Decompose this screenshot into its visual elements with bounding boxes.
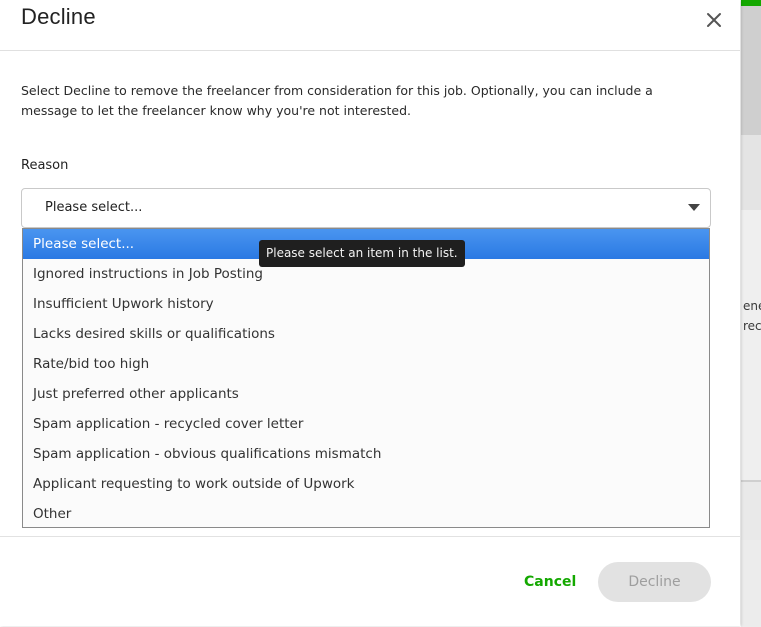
background-text-fragment: rec [743, 319, 761, 333]
reason-option[interactable]: Spam application - obvious qualification… [23, 439, 709, 469]
reason-dropdown-list: Please select... Ignored instructions in… [22, 228, 710, 528]
background-green-bar [741, 0, 761, 6]
modal-header: Decline [0, 0, 740, 51]
reason-option[interactable]: Insufficient Upwork history [23, 289, 709, 319]
caret-down-icon [688, 204, 700, 211]
background-page-strip: ene rec [741, 0, 761, 627]
reason-option[interactable]: Just preferred other applicants [23, 379, 709, 409]
reason-option[interactable]: Other [23, 499, 709, 529]
modal-footer: Cancel Decline [0, 536, 740, 627]
validation-tooltip: Please select an item in the list. [259, 240, 465, 267]
background-text-fragment: ene [743, 299, 761, 313]
reason-option[interactable]: Spam application - recycled cover letter [23, 409, 709, 439]
close-button[interactable] [700, 6, 728, 34]
background-panel-lower [741, 482, 761, 540]
modal-description: Select Decline to remove the freelancer … [21, 83, 653, 118]
reason-label: Reason [21, 158, 69, 173]
background-panel-inner [741, 210, 761, 480]
reason-option[interactable]: Applicant requesting to work outside of … [23, 469, 709, 499]
decline-button[interactable]: Decline [598, 562, 711, 602]
cancel-button[interactable]: Cancel [512, 571, 588, 593]
reason-select-value: Please select... [45, 200, 143, 215]
modal-title: Decline [21, 4, 96, 29]
reason-option[interactable]: Lacks desired skills or qualifications [23, 319, 709, 349]
reason-select[interactable]: Please select... [21, 188, 711, 228]
reason-option[interactable]: Rate/bid too high [23, 349, 709, 379]
decline-modal: Decline Select Decline to remove the fre… [0, 0, 740, 626]
background-panel-bottom [741, 540, 761, 627]
close-icon [707, 13, 721, 27]
